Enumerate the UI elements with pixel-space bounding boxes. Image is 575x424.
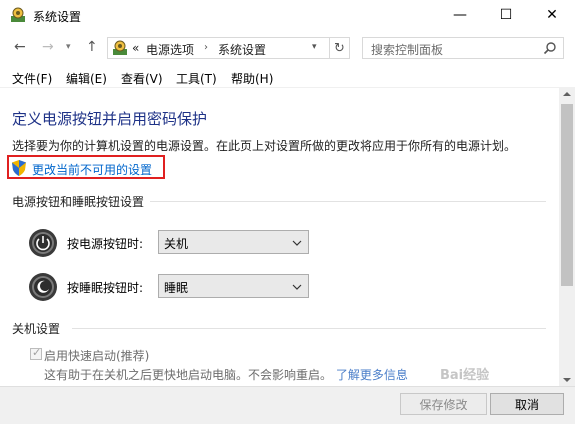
title-bar: 系统设置 — ☐ ✕ <box>0 0 575 31</box>
search-icon[interactable] <box>543 41 557 55</box>
menu-edit[interactable]: 编辑(E) <box>66 70 107 87</box>
address-bar[interactable]: « 电源选项 › 系统设置 <box>107 37 330 59</box>
breadcrumb-system-settings[interactable]: 系统设置 <box>218 41 266 58</box>
scroll-down-icon[interactable] <box>563 376 571 384</box>
page-title: 定义电源按钮并启用密码保护 <box>12 110 208 128</box>
search-placeholder: 搜索控制面板 <box>371 43 444 57</box>
scroll-up-icon[interactable] <box>563 90 571 98</box>
section-divider <box>72 328 546 329</box>
chevron-down-icon <box>292 284 302 290</box>
address-dropdown-chevron-icon[interactable]: ▾ <box>312 42 317 52</box>
sleep-button-icon <box>29 273 57 301</box>
menu-help[interactable]: 帮助(H) <box>231 70 273 87</box>
sleep-button-value: 睡眠 <box>164 281 189 295</box>
control-panel-icon <box>113 40 127 55</box>
menu-file[interactable]: 文件(F) <box>12 70 52 87</box>
footer-bar: 保存修改 取消 <box>0 386 575 424</box>
uac-shield-icon <box>12 160 26 176</box>
forward-button[interactable]: → <box>42 39 54 55</box>
power-button-icon <box>29 229 57 257</box>
cancel-button[interactable]: 取消 <box>490 393 564 415</box>
back-button[interactable]: ← <box>14 39 26 55</box>
sleep-button-select[interactable]: 睡眠 <box>158 274 309 298</box>
breadcrumb-power-options[interactable]: 电源选项 <box>146 41 194 58</box>
menu-tools[interactable]: 工具(T) <box>176 70 217 87</box>
content-area: 定义电源按钮并启用密码保护 选择要为你的计算机设置的电源设置。在此页上对设置所做… <box>0 88 560 388</box>
up-button[interactable]: ↑ <box>86 39 98 55</box>
shutdown-section-heading: 关机设置 <box>12 322 61 336</box>
address-prefix[interactable]: « <box>132 41 139 55</box>
menu-bar: 文件(F) 编辑(E) 查看(V) 工具(T) 帮助(H) <box>0 66 575 88</box>
learn-more-link[interactable]: 了解更多信息 <box>336 368 408 382</box>
close-button[interactable]: ✕ <box>529 0 575 30</box>
buttons-section-heading: 电源按钮和睡眠按钮设置 <box>12 195 145 209</box>
control-panel-icon <box>11 7 25 22</box>
breadcrumb-separator[interactable]: › <box>204 42 208 53</box>
power-button-select[interactable]: 关机 <box>158 230 309 254</box>
window-title: 系统设置 <box>33 10 82 24</box>
maximize-button[interactable]: ☐ <box>483 0 529 30</box>
checkmark-icon: ✓ <box>32 346 42 359</box>
save-changes-button[interactable]: 保存修改 <box>400 393 487 415</box>
power-button-value: 关机 <box>164 237 189 251</box>
search-input[interactable]: 搜索控制面板 <box>362 37 564 59</box>
refresh-button[interactable]: ↻ <box>330 37 350 59</box>
watermark-logo: Bai经验 <box>440 368 490 383</box>
fast-startup-desc-text: 这有助于在关机之后更快地启动电脑。不会影响重启。 <box>44 368 333 382</box>
recent-locations-chevron-icon[interactable]: ▾ <box>66 42 71 52</box>
section-divider <box>150 201 546 202</box>
sleep-button-label: 按睡眠按钮时: <box>67 281 144 295</box>
menu-view[interactable]: 查看(V) <box>121 70 163 87</box>
page-description: 选择要为你的计算机设置的电源设置。在此页上对设置所做的更改将应用于你所有的电源计… <box>12 139 517 153</box>
chevron-down-icon <box>292 240 302 246</box>
minimize-button[interactable]: — <box>437 0 483 30</box>
fast-startup-label: 启用快速启动(推荐) <box>44 349 150 363</box>
fast-startup-description: 这有助于在关机之后更快地启动电脑。不会影响重启。 了解更多信息 <box>44 366 408 383</box>
change-unavailable-settings-link[interactable]: 更改当前不可用的设置 <box>32 161 152 178</box>
vertical-scrollbar[interactable] <box>559 88 575 388</box>
scroll-thumb[interactable] <box>561 104 573 286</box>
fast-startup-checkbox[interactable]: ✓ <box>30 346 42 360</box>
power-button-label: 按电源按钮时: <box>67 237 144 251</box>
